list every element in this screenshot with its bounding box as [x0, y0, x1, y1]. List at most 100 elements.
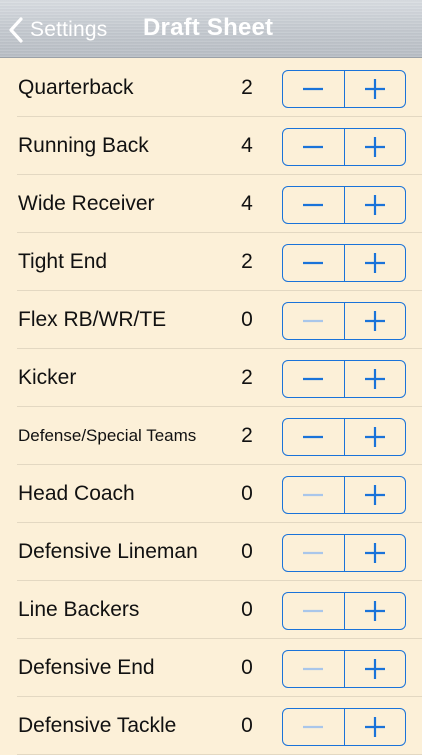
minus-icon — [303, 203, 324, 207]
back-button[interactable]: Settings — [8, 13, 107, 47]
minus-icon — [303, 725, 324, 729]
quantity-stepper — [282, 476, 406, 514]
decrement-button[interactable] — [283, 245, 345, 281]
position-row: Defensive Tackle 0 — [0, 697, 422, 755]
quantity-stepper — [282, 186, 406, 224]
increment-button[interactable] — [345, 245, 406, 281]
increment-button[interactable] — [345, 709, 406, 745]
position-count: 0 — [241, 598, 253, 621]
plus-icon — [364, 427, 385, 447]
increment-button[interactable] — [345, 71, 406, 107]
quantity-stepper — [282, 128, 406, 166]
decrement-button[interactable] — [283, 303, 345, 339]
decrement-button[interactable] — [283, 535, 345, 571]
plus-icon — [364, 311, 385, 331]
plus-icon — [364, 253, 385, 273]
position-label: Wide Receiver — [18, 192, 155, 215]
position-count: 0 — [241, 714, 253, 737]
position-count: 2 — [241, 366, 253, 389]
back-button-label: Settings — [30, 18, 108, 41]
decrement-button[interactable] — [283, 419, 345, 455]
position-row: Quarterback 2 — [0, 59, 422, 117]
quantity-stepper — [282, 534, 406, 572]
position-count: 2 — [241, 250, 253, 273]
decrement-button[interactable] — [283, 477, 345, 513]
quantity-stepper — [282, 302, 406, 340]
increment-button[interactable] — [345, 129, 406, 165]
minus-icon — [303, 435, 324, 439]
position-count: 0 — [241, 482, 253, 505]
increment-button[interactable] — [345, 651, 406, 687]
position-label: Flex RB/WR/TE — [18, 308, 167, 331]
position-count: 0 — [241, 540, 253, 563]
quantity-stepper — [282, 244, 406, 282]
position-count: 0 — [241, 656, 253, 679]
position-label: Tight End — [18, 250, 108, 273]
minus-icon — [303, 493, 324, 497]
position-row: Head Coach 0 — [0, 465, 422, 523]
plus-icon — [364, 717, 385, 737]
minus-icon — [303, 261, 324, 265]
minus-icon — [303, 87, 324, 91]
position-count: 2 — [241, 424, 253, 447]
increment-button[interactable] — [345, 477, 406, 513]
plus-icon — [364, 659, 385, 679]
quantity-stepper — [282, 650, 406, 688]
position-row: Tight End 2 — [0, 233, 422, 291]
decrement-button[interactable] — [283, 651, 345, 687]
page-title: Draft Sheet — [143, 14, 274, 41]
position-label: Defense/Special Teams — [18, 426, 197, 445]
plus-icon — [364, 601, 385, 621]
plus-icon — [364, 79, 385, 99]
decrement-button[interactable] — [283, 593, 345, 629]
position-label: Quarterback — [18, 76, 134, 99]
plus-icon — [364, 543, 385, 563]
quantity-stepper — [282, 418, 406, 456]
position-label: Defensive Lineman — [18, 540, 198, 563]
plus-icon — [364, 485, 385, 505]
position-list: Quarterback 2 Running Back 4 Wide Receiv… — [0, 59, 422, 755]
decrement-button[interactable] — [283, 129, 345, 165]
position-label: Kicker — [18, 366, 77, 389]
position-row: Defensive Lineman 0 — [0, 523, 422, 581]
increment-button[interactable] — [345, 187, 406, 223]
position-row: Defensive End 0 — [0, 639, 422, 697]
decrement-button[interactable] — [283, 709, 345, 745]
minus-icon — [303, 319, 324, 323]
increment-button[interactable] — [345, 303, 406, 339]
increment-button[interactable] — [345, 361, 406, 397]
navigation-bar: Settings Draft Sheet — [0, 0, 422, 58]
increment-button[interactable] — [345, 535, 406, 571]
increment-button[interactable] — [345, 419, 406, 455]
plus-icon — [364, 195, 385, 215]
position-label: Defensive Tackle — [18, 714, 177, 737]
quantity-stepper — [282, 360, 406, 398]
plus-icon — [364, 369, 385, 389]
position-row: Line Backers 0 — [0, 581, 422, 639]
chevron-left-icon — [8, 17, 24, 43]
decrement-button[interactable] — [283, 187, 345, 223]
increment-button[interactable] — [345, 593, 406, 629]
quantity-stepper — [282, 70, 406, 108]
minus-icon — [303, 145, 324, 149]
position-row: Wide Receiver 4 — [0, 175, 422, 233]
position-count: 2 — [241, 76, 253, 99]
position-count: 0 — [241, 308, 253, 331]
quantity-stepper — [282, 708, 406, 746]
decrement-button[interactable] — [283, 71, 345, 107]
position-row: Kicker 2 — [0, 349, 422, 407]
position-count: 4 — [241, 134, 253, 157]
position-row: Defense/Special Teams 2 — [0, 407, 422, 465]
position-label: Head Coach — [18, 482, 135, 505]
position-count: 4 — [241, 192, 253, 215]
decrement-button[interactable] — [283, 361, 345, 397]
position-row: Flex RB/WR/TE 0 — [0, 291, 422, 349]
position-label: Running Back — [18, 134, 149, 157]
position-label: Line Backers — [18, 598, 140, 621]
quantity-stepper — [282, 592, 406, 630]
plus-icon — [364, 137, 385, 157]
minus-icon — [303, 377, 324, 381]
minus-icon — [303, 551, 324, 555]
minus-icon — [303, 667, 324, 671]
position-row: Running Back 4 — [0, 117, 422, 175]
